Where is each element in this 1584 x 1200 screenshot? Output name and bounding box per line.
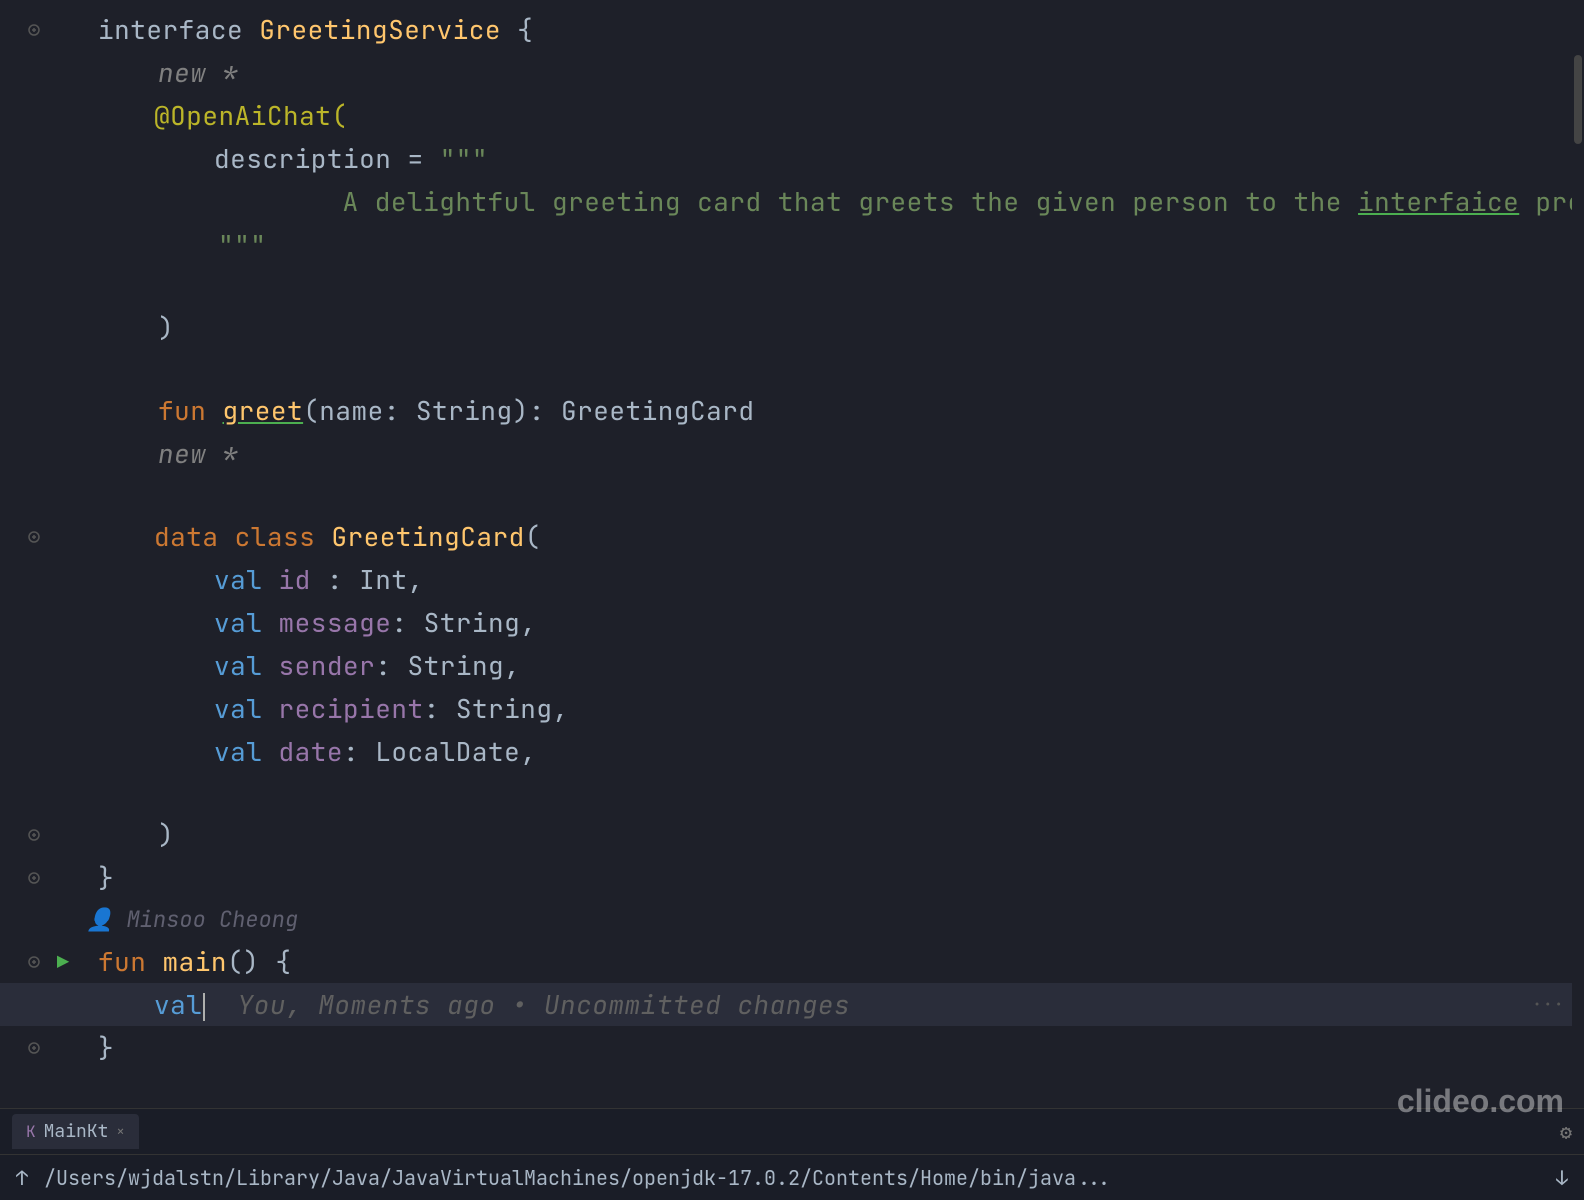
code-line: ▶ fun main() { <box>0 940 1584 983</box>
fold-icon[interactable] <box>26 529 42 545</box>
fold-icon[interactable] <box>26 827 42 843</box>
code-content: } <box>86 1028 1584 1067</box>
gutter <box>0 827 48 843</box>
code-content: description = """ <box>202 139 1584 178</box>
code-line: val id : Int, <box>0 558 1584 601</box>
code-line: val message: String, <box>0 601 1584 644</box>
code-line: @OpenAiChat( <box>0 94 1584 137</box>
code-area[interactable]: interface GreetingService { new * @OpenAiC… <box>0 0 1584 1108</box>
code-content: A delightful greeting card that greets t… <box>266 182 1584 221</box>
code-content: val recipient: String, <box>202 689 1584 728</box>
code-line: new * <box>0 51 1584 94</box>
code-content: val message: String, <box>202 603 1584 642</box>
code-content: ) <box>146 308 1584 347</box>
code-content: """ <box>206 225 1584 264</box>
code-line <box>0 349 1584 389</box>
code-content: ) <box>146 815 1584 854</box>
code-content: @OpenAiChat( <box>142 96 1584 135</box>
code-content: } <box>86 858 1584 897</box>
code-content: fun greet(name: String): GreetingCard <box>146 391 1584 430</box>
status-bar: ↑ /Users/wjdalstn/Library/Java/JavaVirtu… <box>0 1154 1584 1200</box>
code-line: 👤 Minsoo Cheong <box>0 899 1584 940</box>
code-line: val You, Moments ago • Uncommitted chang… <box>0 983 1584 1026</box>
code-line <box>0 475 1584 515</box>
code-line: interface GreetingService { <box>0 8 1584 51</box>
kotlin-icon: K <box>26 1121 36 1142</box>
scrollbar-thumb[interactable] <box>1574 55 1582 144</box>
code-content: new * <box>146 53 1584 92</box>
code-line <box>0 773 1584 813</box>
gutter <box>0 22 48 38</box>
code-line: data class GreetingCard( <box>0 515 1584 558</box>
gear-icon[interactable]: ⚙ <box>1560 1119 1572 1145</box>
tab-close-button[interactable]: × <box>116 1123 124 1141</box>
code-line <box>0 266 1584 306</box>
tab-label: MainKt <box>44 1120 109 1143</box>
code-line: val date: LocalDate, <box>0 730 1584 773</box>
code-line: A delightful greeting card that greets t… <box>0 180 1584 223</box>
code-content: val id : Int, <box>202 560 1584 599</box>
code-line: fun greet(name: String): GreetingCard <box>0 389 1584 432</box>
code-content: val sender: String, <box>202 646 1584 685</box>
code-content: interface GreetingService { <box>86 10 1584 49</box>
tab-bar: K MainKt × ⚙ <box>0 1108 1584 1154</box>
code-line: new * <box>0 432 1584 475</box>
user-info: 👤 Minsoo Cheong <box>86 901 298 938</box>
code-line: """ <box>0 223 1584 266</box>
code-line: val sender: String, <box>0 644 1584 687</box>
code-line: } <box>0 856 1584 899</box>
fold-icon[interactable] <box>26 22 42 38</box>
fold-icon[interactable] <box>26 870 42 886</box>
editor-container: interface GreetingService { new * @OpenAiC… <box>0 0 1584 1200</box>
gutter <box>0 870 48 886</box>
fold-icon[interactable] <box>26 1040 42 1056</box>
code-line: description = """ <box>0 137 1584 180</box>
code-content: data class GreetingCard( <box>142 517 1584 556</box>
status-path: /Users/wjdalstn/Library/Java/JavaVirtual… <box>44 1165 1540 1191</box>
code-lines: interface GreetingService { new * @OpenAiC… <box>0 0 1584 1077</box>
gutter <box>0 1040 48 1056</box>
code-content: val You, Moments ago • Uncommitted chang… <box>142 985 1584 1024</box>
code-scrollbar[interactable] <box>1572 0 1584 1108</box>
line-options-dots[interactable]: ··· <box>1532 993 1564 1016</box>
gutter <box>0 529 48 545</box>
code-line: ) <box>0 306 1584 349</box>
code-line: } <box>0 1026 1584 1069</box>
code-line: ) <box>0 813 1584 856</box>
scroll-up-button[interactable]: ↑ <box>16 1165 28 1191</box>
code-content: fun main() { <box>86 942 1584 981</box>
code-content: new * <box>146 434 1584 473</box>
run-button[interactable]: ▶ <box>57 949 69 975</box>
code-content: val date: LocalDate, <box>202 732 1584 771</box>
code-line: val recipient: String, <box>0 687 1584 730</box>
gutter <box>0 954 48 970</box>
tab-mainkt[interactable]: K MainKt × <box>12 1114 139 1149</box>
fold-icon[interactable] <box>26 954 42 970</box>
run-button-area[interactable]: ▶ <box>48 949 78 975</box>
scroll-down-button[interactable]: ↓ <box>1556 1165 1568 1191</box>
